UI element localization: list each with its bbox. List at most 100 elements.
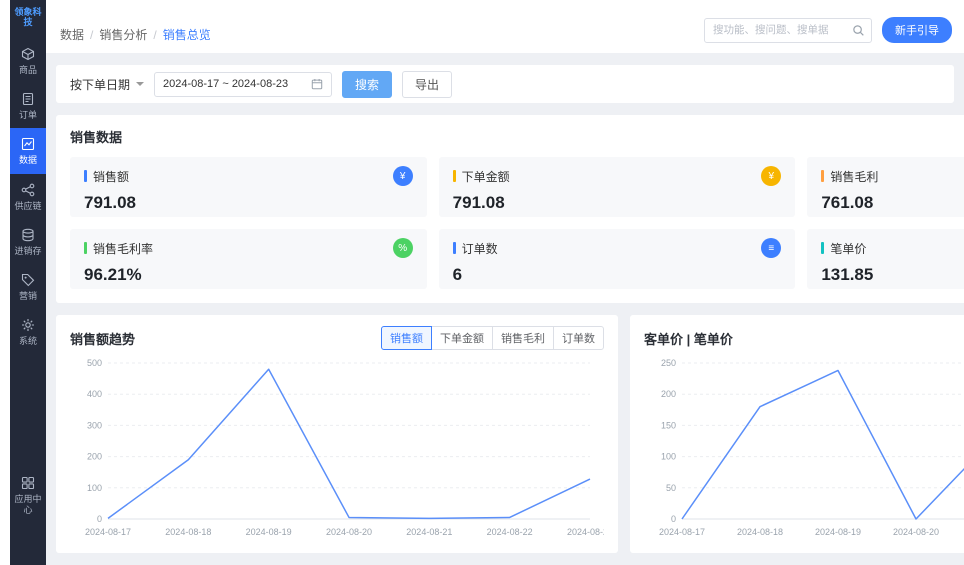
sidebar-item-orders[interactable]: 订单	[10, 83, 46, 128]
stat-card-gross-margin-rate: 销售毛利率 % 96.21%	[70, 229, 427, 289]
svg-text:2024-08-20: 2024-08-20	[893, 527, 939, 537]
tab-order-count[interactable]: 订单数	[553, 326, 604, 350]
svg-text:2024-08-20: 2024-08-20	[326, 527, 372, 537]
stat-accent-bar	[84, 170, 87, 182]
sales-trend-card: 销售额趋势 销售额 下单金额 销售毛利 订单数 0100200300400500…	[56, 315, 618, 553]
stat-value: 96.21%	[84, 265, 413, 285]
svg-text:100: 100	[87, 483, 102, 493]
sales-data-card: 销售数据 销售额 ¥ 791.08 下单金额	[56, 115, 964, 303]
svg-text:2024-08-18: 2024-08-18	[165, 527, 211, 537]
svg-text:300: 300	[87, 420, 102, 430]
date-range-input[interactable]: 2024-08-17 ~ 2024-08-23	[154, 72, 332, 97]
date-type-label: 按下单日期	[70, 76, 130, 93]
tab-gross-profit[interactable]: 销售毛利	[492, 326, 554, 350]
svg-text:2024-08-22: 2024-08-22	[487, 527, 533, 537]
stat-card-unit-price: 笔单价 ¥ 131.85	[807, 229, 964, 289]
date-type-select[interactable]: 按下单日期	[70, 76, 144, 93]
charts-row: 销售额趋势 销售额 下单金额 销售毛利 订单数 0100200300400500…	[56, 315, 964, 553]
app-center-grid-icon	[20, 475, 36, 491]
svg-text:200: 200	[87, 452, 102, 462]
breadcrumb-item-sales-analysis[interactable]: 销售分析	[99, 26, 147, 43]
calendar-icon	[311, 78, 323, 90]
tab-sales-amount[interactable]: 销售额	[381, 326, 432, 350]
chevron-down-icon	[136, 82, 144, 90]
stat-label: 销售毛利率	[93, 240, 153, 257]
breadcrumb-item-sales-overview: 销售总览	[163, 26, 211, 43]
sidebar-item-label: 商品	[17, 65, 39, 76]
sidebar-nav: 商品 订单 数据 供应链	[10, 38, 46, 565]
stat-value: 6	[453, 265, 782, 285]
breadcrumb: 数据 / 销售分析 / 销售总览	[60, 26, 211, 43]
marketing-tag-icon	[20, 272, 36, 288]
inventory-icon	[20, 227, 36, 243]
svg-text:2024-08-19: 2024-08-19	[815, 527, 861, 537]
app-window: 领象科技 商品 订单 数据	[0, 0, 964, 565]
order-count-circle-icon: ≡	[761, 238, 781, 258]
stat-value: 131.85	[821, 265, 964, 285]
sidebar-item-products[interactable]: 商品	[10, 38, 46, 83]
search-button[interactable]: 搜索	[342, 71, 392, 98]
stat-label: 销售额	[93, 168, 129, 185]
svg-text:400: 400	[87, 389, 102, 399]
trend-metric-tabs: 销售额 下单金额 销售毛利 订单数	[381, 326, 604, 350]
sidebar-item-data[interactable]: 数据	[10, 128, 46, 173]
stat-card-order-count: 订单数 ≡ 6	[439, 229, 796, 289]
stat-card-sales-amount: 销售额 ¥ 791.08	[70, 157, 427, 217]
sidebar-item-label: 进销存	[12, 246, 43, 257]
margin-rate-circle-icon: %	[393, 238, 413, 258]
stat-accent-bar	[453, 242, 456, 254]
svg-text:2024-08-17: 2024-08-17	[659, 527, 705, 537]
search-icon[interactable]	[852, 24, 865, 37]
stat-card-order-amount: 下单金额 ¥ 791.08	[439, 157, 796, 217]
product-box-icon	[20, 46, 36, 62]
sidebar-item-system[interactable]: 系统	[10, 309, 46, 354]
stat-value: 791.08	[84, 193, 413, 213]
sales-data-title: 销售数据	[70, 127, 964, 146]
svg-text:2024-08-17: 2024-08-17	[85, 527, 131, 537]
unit-price-title: 客单价 | 笔单价	[644, 329, 733, 348]
global-search-box[interactable]	[704, 18, 872, 43]
yuan-circle-icon: ¥	[393, 166, 413, 186]
sidebar-item-marketing[interactable]: 营销	[10, 264, 46, 309]
unit-price-card: 客单价 | 笔单价 0 50 100 150 200 250 2024-08-17 2024-…	[630, 315, 964, 553]
stat-value: 791.08	[453, 193, 782, 213]
stat-label: 下单金额	[462, 168, 510, 185]
topbar-right: 新手引导	[704, 17, 952, 43]
svg-text:50: 50	[666, 483, 676, 493]
sidebar-item-label: 营销	[17, 291, 39, 302]
supply-chain-icon	[20, 182, 36, 198]
sidebar-item-label: 应用中心	[10, 494, 46, 517]
sales-trend-line-chart: 0 100 200 300 400 500 2024-08-17 2024-08-18 2024…	[70, 355, 604, 541]
content: 按下单日期 2024-08-17 ~ 2024-08-23 搜索 导出 销售数据	[46, 53, 964, 565]
stat-accent-bar	[453, 170, 456, 182]
stat-label: 笔单价	[830, 240, 866, 257]
svg-text:150: 150	[661, 420, 676, 430]
svg-text:200: 200	[661, 389, 676, 399]
breadcrumb-separator: /	[90, 28, 93, 42]
sidebar-item-label: 供应链	[12, 201, 43, 212]
guide-button[interactable]: 新手引导	[882, 17, 952, 43]
sidebar-item-inventory[interactable]: 进销存	[10, 219, 46, 264]
tab-order-amount[interactable]: 下单金额	[431, 326, 493, 350]
svg-text:0: 0	[671, 514, 676, 524]
svg-text:500: 500	[87, 358, 102, 368]
breadcrumb-separator: /	[153, 28, 156, 42]
sidebar-item-label: 系统	[17, 336, 39, 347]
stats-grid: 销售额 ¥ 791.08 下单金额 ¥ 791.08	[70, 157, 964, 289]
svg-text:100: 100	[661, 452, 676, 462]
sidebar-item-app-center[interactable]: 应用中心	[10, 467, 46, 524]
svg-text:250: 250	[661, 358, 676, 368]
breadcrumb-item-data[interactable]: 数据	[60, 26, 84, 43]
svg-text:2024-08-23: 2024-08-23	[567, 527, 604, 537]
brand-logo: 领象科技	[10, 0, 46, 38]
svg-text:0: 0	[97, 514, 102, 524]
sidebar-item-supply-chain[interactable]: 供应链	[10, 174, 46, 219]
stat-label: 销售毛利	[830, 168, 878, 185]
stat-card-gross-profit: 销售毛利 ¥ 761.08	[807, 157, 964, 217]
svg-text:2024-08-21: 2024-08-21	[406, 527, 452, 537]
search-input[interactable]	[713, 24, 852, 36]
export-button[interactable]: 导出	[402, 71, 452, 98]
stat-accent-bar	[821, 170, 824, 182]
system-gear-icon	[20, 317, 36, 333]
topbar: 数据 / 销售分析 / 销售总览 新手引导	[46, 0, 964, 53]
